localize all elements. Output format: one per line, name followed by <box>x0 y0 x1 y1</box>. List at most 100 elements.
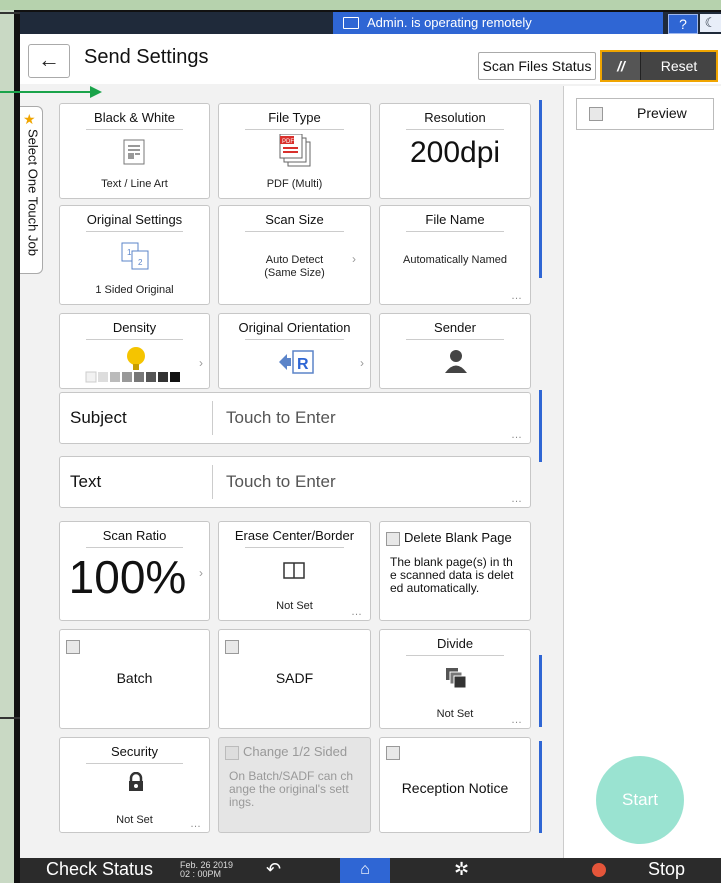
resolution-tile[interactable]: Resolution 200dpi <box>379 103 531 199</box>
preview-panel: Preview <box>563 86 721 858</box>
sadf-checkbox[interactable] <box>225 640 239 654</box>
gear-icon[interactable]: ✲ <box>454 859 469 880</box>
divider <box>406 129 504 130</box>
batch-checkbox[interactable] <box>66 640 80 654</box>
tile-title: Scan Ratio <box>102 528 167 543</box>
reset-icon: // <box>602 52 641 80</box>
stop-button[interactable]: Stop <box>648 859 685 880</box>
more-icon: … <box>190 818 201 830</box>
black-white-tile[interactable]: Black & White Text / Line Art <box>59 103 210 199</box>
erase-border-icon <box>283 562 305 579</box>
sadf-tile[interactable]: SADF <box>218 629 371 729</box>
preview-toggle[interactable]: Preview <box>576 98 714 130</box>
one-touch-job-label: Select One Touch Job <box>25 129 41 256</box>
svg-text:R: R <box>297 356 309 373</box>
erase-center-border-tile[interactable]: Erase Center/Border Not Set … <box>218 521 371 621</box>
subject-field[interactable]: Subject Touch to Enter … <box>59 392 531 444</box>
energy-saver-icon[interactable]: ☾ <box>700 14 721 32</box>
file-name-tile[interactable]: File Name Automatically Named … <box>379 205 531 305</box>
home-button[interactable]: ⌂ <box>340 858 390 883</box>
density-scale-icon <box>85 347 180 383</box>
original-orientation-tile[interactable]: Original Orientation R › <box>218 313 371 389</box>
tile-title: Resolution <box>424 110 486 125</box>
tile-value: Auto Detect <box>265 254 324 266</box>
sender-tile[interactable]: Sender <box>379 313 531 389</box>
one-touch-job-tab[interactable]: ★ Select One Touch Job <box>20 106 43 274</box>
divide-tile[interactable]: Divide Not Set … <box>379 629 531 729</box>
change-sided-checkbox <box>225 746 239 760</box>
start-button[interactable]: Start <box>596 756 684 844</box>
bottom-bar: Check Status Feb. 26 2019 02 : 00PM ↶ ⌂ … <box>20 858 721 883</box>
tile-title: File Type <box>268 110 321 125</box>
tile-title: Change 1/2 Sided <box>243 744 348 759</box>
description-line: ings. <box>229 795 255 809</box>
remote-operation-banner: Admin. is operating remotely <box>333 12 663 34</box>
outer-top-strip <box>0 0 721 10</box>
tile-title: SADF <box>275 670 314 686</box>
batch-tile[interactable]: Batch <box>59 629 210 729</box>
reception-notice-checkbox[interactable] <box>386 746 400 760</box>
scan-size-tile[interactable]: Scan Size Auto Detect (Same Size) › <box>218 205 371 305</box>
back-button[interactable]: ← <box>28 44 70 78</box>
tile-title: Density <box>112 320 157 335</box>
help-button[interactable]: ? <box>668 14 698 34</box>
tile-value: 1 Sided Original <box>95 284 174 296</box>
tile-title: Security <box>111 744 158 759</box>
stop-icon <box>592 863 606 877</box>
field-placeholder: Touch to Enter <box>226 408 336 427</box>
back-arrow-icon[interactable]: ↶ <box>266 859 281 880</box>
divider <box>406 339 504 340</box>
divider <box>245 339 344 340</box>
remote-screen-icon <box>343 17 359 29</box>
tile-title: File Name <box>425 212 485 227</box>
preview-checkbox[interactable] <box>589 107 603 121</box>
more-icon: … <box>511 429 522 441</box>
svg-text:2: 2 <box>138 258 143 267</box>
tile-title: Sender <box>434 320 476 335</box>
change-sided-tile: Change 1/2 Sided On Batch/SADF can ch an… <box>218 737 371 833</box>
tile-value: Not Set <box>436 708 474 720</box>
lock-icon <box>129 772 143 791</box>
chevron-right-icon: › <box>352 252 356 266</box>
field-label: Subject <box>70 408 127 427</box>
reset-button[interactable]: // Reset <box>600 50 718 82</box>
delete-blank-page-tile[interactable]: Delete Blank Page The blank page(s) in t… <box>379 521 531 621</box>
home-icon: ⌂ <box>360 861 370 878</box>
divider <box>86 547 183 548</box>
tile-value: Text / Line Art <box>101 178 168 190</box>
more-icon: … <box>511 290 522 302</box>
time-text: 02 : 00PM <box>180 869 222 879</box>
tile-title: Delete Blank Page <box>404 530 512 545</box>
divider <box>86 763 183 764</box>
tile-title: Divide <box>436 636 474 651</box>
text-line-art-icon <box>123 139 145 165</box>
pointer-arrow-line <box>0 91 92 93</box>
field-label: Text <box>70 472 102 491</box>
scan-files-status-button[interactable]: Scan Files Status <box>478 52 596 80</box>
outer-line <box>0 717 20 719</box>
tile-value: (Same Size) <box>264 267 325 279</box>
density-tile[interactable]: Density › <box>59 313 210 389</box>
original-settings-tile[interactable]: Original Settings 1 2 1 Sided Original <box>59 205 210 305</box>
more-icon: … <box>351 606 362 618</box>
file-type-tile[interactable]: File Type PDF PDF (Multi) <box>218 103 371 199</box>
security-tile[interactable]: Security Not Set … <box>59 737 210 833</box>
check-status-button[interactable]: Check Status <box>46 859 153 880</box>
reception-notice-tile[interactable]: Reception Notice <box>379 737 531 833</box>
scroll-indicator <box>539 741 542 833</box>
chevron-right-icon: › <box>199 566 203 580</box>
tile-value: PDF (Multi) <box>266 178 323 190</box>
text-field[interactable]: Text Touch to Enter … <box>59 456 531 508</box>
date-time: Feb. 26 2019 02 : 00PM <box>180 861 233 879</box>
tile-value: Automatically Named <box>403 254 507 266</box>
status-bar: Admin. is operating remotely ? ☾ <box>20 12 721 34</box>
scan-ratio-tile[interactable]: Scan Ratio 100% › <box>59 521 210 621</box>
tile-title: Batch <box>116 670 153 686</box>
delete-blank-page-checkbox[interactable] <box>386 532 400 546</box>
divider <box>406 655 504 656</box>
scan-ratio-value: 100% <box>68 551 187 603</box>
divider <box>245 231 344 232</box>
tile-value: Not Set <box>116 814 153 826</box>
scroll-indicator <box>539 655 542 727</box>
header: ← Send Settings Scan Files Status // Res… <box>20 34 721 84</box>
